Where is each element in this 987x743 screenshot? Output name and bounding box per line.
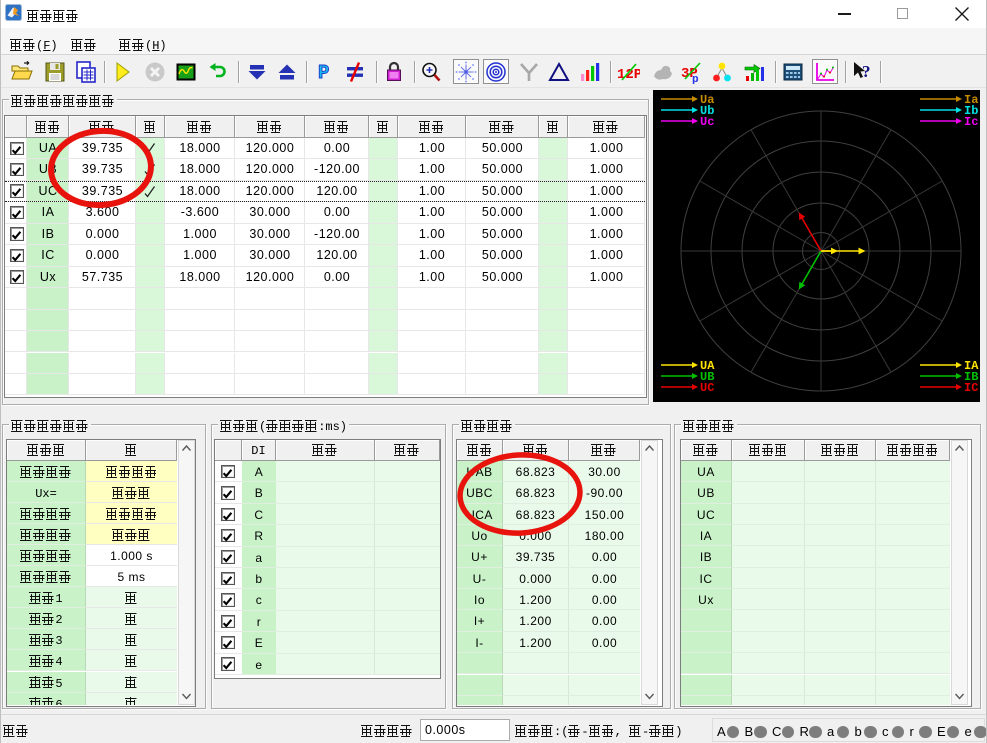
svg-text:Uc: Uc: [700, 115, 714, 129]
svg-text:UC: UC: [700, 381, 714, 395]
svg-text:?: ?: [862, 62, 871, 81]
svg-text:12P: 12P: [617, 67, 640, 83]
svg-text:Ic: Ic: [964, 115, 978, 129]
svg-text:IC: IC: [964, 381, 978, 395]
svg-text:P: P: [318, 62, 329, 84]
svg-text:p: p: [692, 74, 699, 84]
